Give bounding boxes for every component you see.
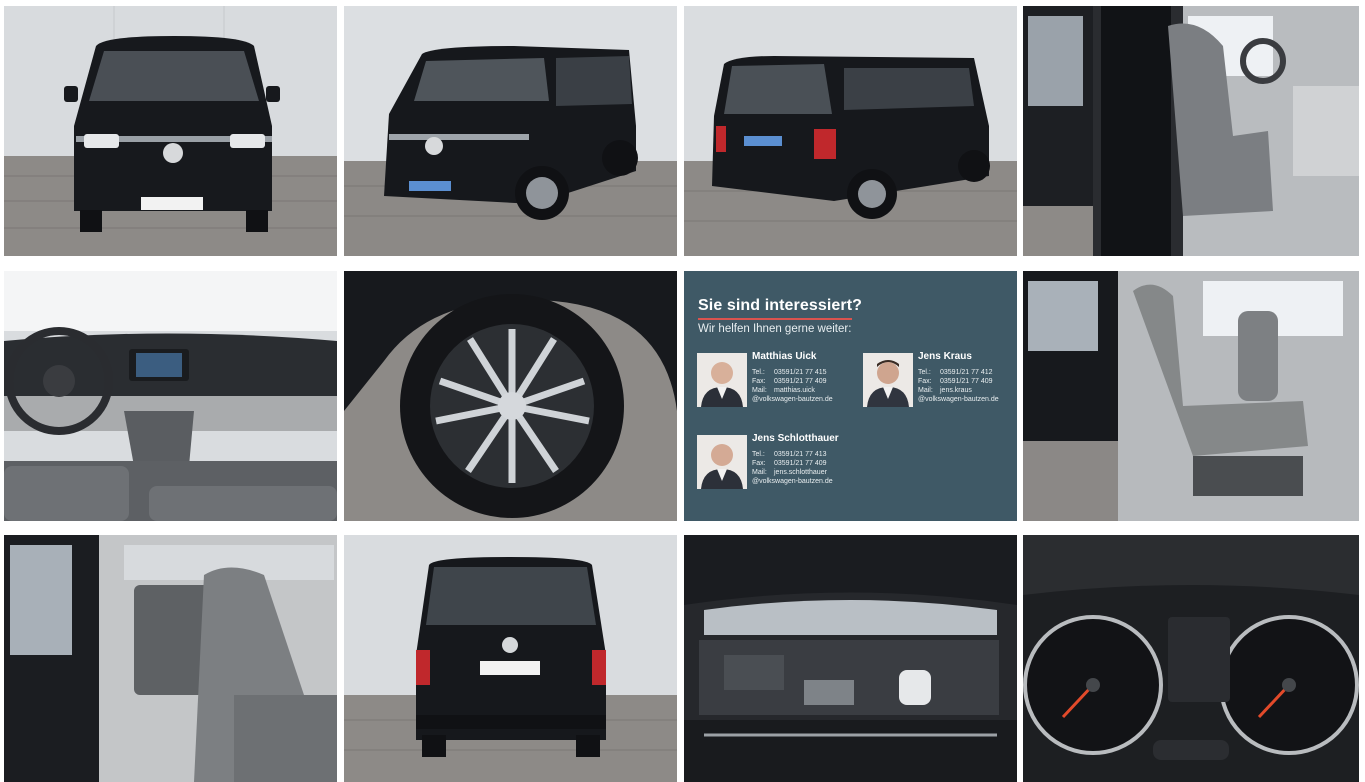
person-portrait-icon	[697, 353, 747, 407]
contact-subtitle: Wir helfen Ihnen gerne weiter:	[698, 323, 852, 335]
photo-driver-door-open-seat-view[interactable]	[1023, 6, 1359, 256]
fax-number: 03591/21 77 409	[940, 378, 993, 385]
contact-person: Jens Kraus Tel.: 03591/21 77 412 Fax: 0359…	[863, 351, 999, 407]
tel-label: Tel.:	[918, 369, 931, 376]
photo-alloy-wheel-view[interactable]	[344, 271, 677, 521]
person-name: Jens Kraus	[918, 351, 972, 362]
photo-sliding-door-bench-view[interactable]	[1023, 271, 1359, 521]
mail-label: Mail:	[752, 387, 767, 394]
photo-rear-view[interactable]	[344, 535, 677, 782]
photo-interior-rear-seats-view[interactable]	[4, 535, 337, 782]
contact-person: Jens Schlotthauer Tel.: 03591/21 77 413 F…	[697, 433, 839, 489]
person-name: Matthias Uick	[752, 351, 817, 362]
mail-user[interactable]: jens.kraus	[940, 387, 972, 394]
fax-label: Fax:	[752, 460, 766, 467]
mail-label: Mail:	[752, 469, 767, 476]
fax-label: Fax:	[918, 378, 932, 385]
tel-label: Tel.:	[752, 369, 765, 376]
photo-engine-bay-view[interactable]	[684, 535, 1017, 782]
tel-number[interactable]: 03591/21 77 413	[774, 451, 827, 458]
mail-domain[interactable]: @volkswagen-bautzen.de	[752, 477, 839, 486]
fax-number: 03591/21 77 409	[774, 378, 827, 385]
photo-dashboard-view[interactable]	[4, 271, 337, 521]
mail-user[interactable]: jens.schlotthauer	[774, 469, 827, 476]
photo-instrument-cluster-view[interactable]	[1023, 535, 1359, 782]
person-portrait-icon	[863, 353, 913, 407]
contact-title-underline	[698, 318, 852, 320]
tel-number[interactable]: 03591/21 77 412	[940, 369, 993, 376]
tel-number[interactable]: 03591/21 77 415	[774, 369, 827, 376]
contact-card: Sie sind interessiert? Wir helfen Ihnen …	[684, 271, 1017, 521]
contact-person: Matthias Uick Tel.: 03591/21 77 415 Fax: 0…	[697, 351, 833, 407]
fax-label: Fax:	[752, 378, 766, 385]
contact-title: Sie sind interessiert?	[698, 297, 863, 314]
photo-front-three-quarter-view[interactable]	[344, 6, 677, 256]
tel-label: Tel.:	[752, 451, 765, 458]
fax-number: 03591/21 77 409	[774, 460, 827, 467]
photo-rear-three-quarter-view[interactable]	[684, 6, 1017, 256]
person-name: Jens Schlotthauer	[752, 433, 839, 444]
mail-label: Mail:	[918, 387, 933, 394]
mail-domain[interactable]: @volkswagen-bautzen.de	[752, 395, 833, 404]
mail-user[interactable]: matthias.uick	[774, 387, 815, 394]
person-portrait-icon	[697, 435, 747, 489]
mail-domain[interactable]: @volkswagen-bautzen.de	[918, 395, 999, 404]
photo-front-view[interactable]	[4, 6, 337, 256]
